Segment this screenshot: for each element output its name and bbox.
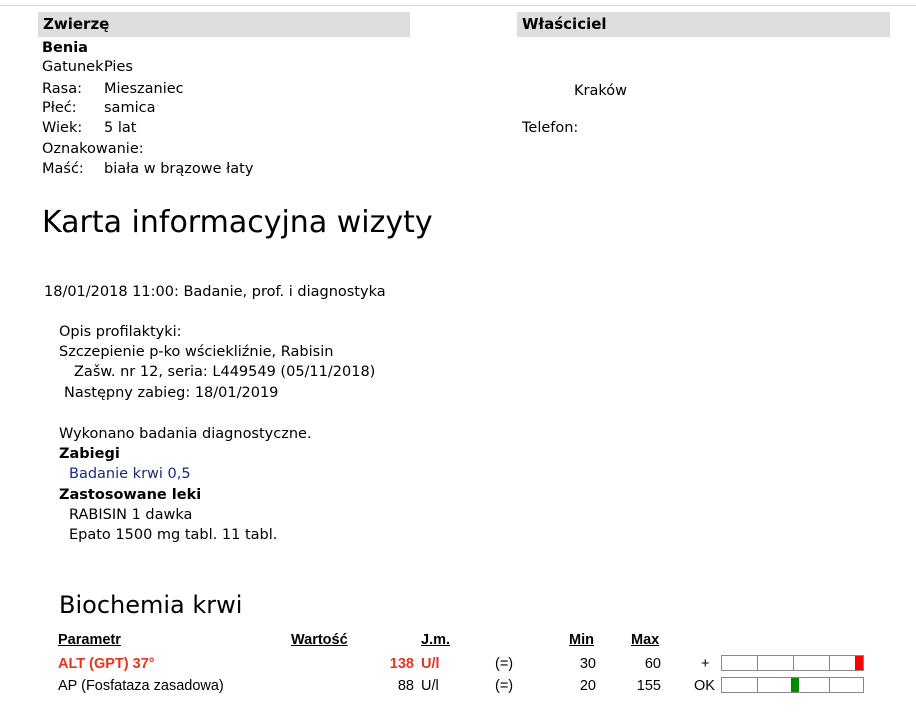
row-value: 88 [397,678,414,694]
procedures-header: Zabiegi [59,446,120,462]
row-param: ALT (GPT) 37° [58,656,155,672]
vaccination-text: Szczepienie p-ko wściekliźnie, Rabisin [59,344,334,360]
visit-line: 18/01/2018 11:00: Badanie, prof. i diagn… [44,283,386,301]
row-flag: OK [694,678,715,694]
bar-marker [791,678,799,692]
drug-item: Epato 1500 mg tabl. 11 tabl. [69,527,278,543]
marking-label: Oznakowanie: [42,141,144,157]
range-indicator-bar [721,655,864,671]
bar-divider [829,656,830,670]
owner-phone-label: Telefon: [522,120,579,136]
bar-marker [855,656,863,670]
sex-value: samica [104,100,156,116]
row-eq: (=) [495,656,514,672]
visit-type: Badanie, prof. i diagnostyka [183,284,386,300]
coat-value: biała w brązowe łaty [104,161,254,177]
bar-divider [793,656,794,670]
animal-section-header: Zwierzę [38,12,410,37]
next-treatment-text: Następny zabieg: 18/01/2019 [64,385,279,401]
col-header-min: Min [569,632,594,648]
breed-value: Mieszaniec [104,81,184,97]
bar-divider [757,678,758,692]
range-indicator-bar [721,677,864,693]
species-value: Pies [104,59,133,75]
bar-divider [829,678,830,692]
prophylaxis-label: Opis profilaktyki: [59,324,182,340]
owner-section-header: Właściciel [517,12,890,37]
procedure-item: Badanie krwi 0,5 [69,466,191,482]
bar-divider [757,656,758,670]
row-eq: (=) [495,678,514,694]
row-max: 155 [636,678,661,694]
diagnostics-note: Wykonano badania diagnostyczne. [59,426,312,442]
breed-label: Rasa: [42,81,82,97]
row-unit: U/l [421,678,439,694]
col-header-value: Wartość [291,632,348,648]
row-min: 20 [579,678,596,694]
row-flag: + [701,656,710,672]
age-value: 5 lat [104,120,137,136]
col-header-max: Max [631,632,660,648]
row-param: AP (Fosfataza zasadowa) [58,678,224,694]
certificate-text: Zašw. nr 12, seria: L449549 (05/11/2018) [74,364,376,380]
age-label: Wiek: [42,120,83,136]
page-title: Karta informacyjna wizyty [42,205,433,240]
visit-datetime: 18/01/2018 11:00: [44,284,179,300]
animal-name: Benia [42,40,88,56]
row-value: 138 [389,656,414,672]
col-header-param: Parametr [58,632,121,648]
species-label: Gatunek: [42,59,109,75]
coat-label: Maść: [42,161,84,177]
page-top-rule [0,5,916,6]
biochem-title: Biochemia krwi [59,591,243,619]
drug-item: RABISIN 1 dawka [69,507,193,523]
sex-label: Płeć: [42,100,77,116]
row-unit: U/l [421,656,440,672]
owner-city: Kraków [574,83,627,99]
row-min: 30 [579,656,596,672]
drugs-header: Zastosowane leki [59,487,202,503]
row-max: 60 [644,656,661,672]
col-header-unit: J.m. [421,632,451,648]
